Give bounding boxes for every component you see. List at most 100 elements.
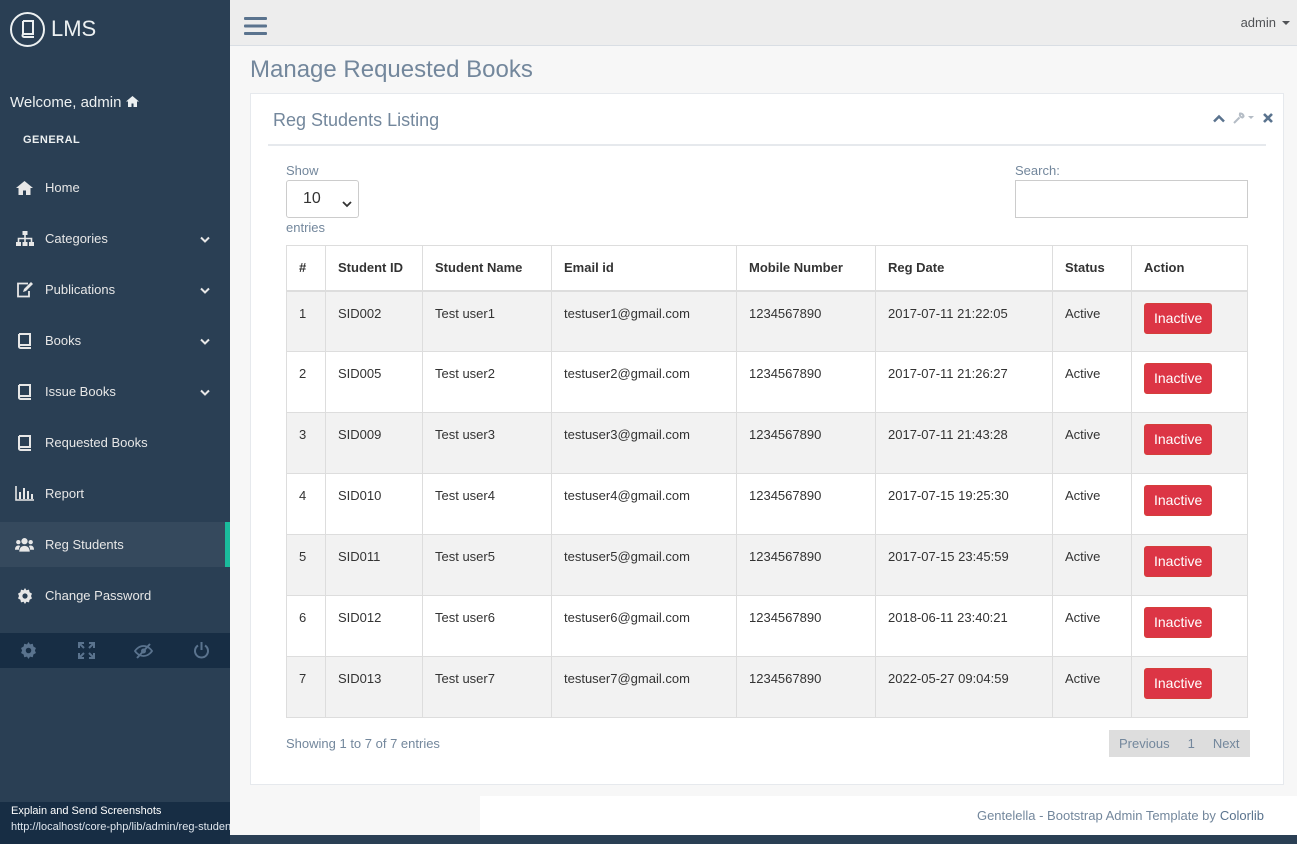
book-icon <box>15 383 34 400</box>
sidebar: LMS Welcome, admin GENERAL Home Categori… <box>0 0 261 844</box>
table-row: 6 SID012 Test user6 testuser6@gmail.com 1234… <box>286 595 1248 657</box>
fullscreen-icon[interactable] <box>58 642 116 659</box>
student-name-cell: Test user5 <box>422 534 552 596</box>
page-title: Manage Requested Books <box>250 56 533 83</box>
row-number-cell: 7 <box>286 656 326 718</box>
search-input[interactable] <box>1015 180 1248 218</box>
status-overlay-title: Explain and Send Screenshots <box>11 805 162 817</box>
column-header[interactable]: Action <box>1131 245 1248 292</box>
brand[interactable]: LMS <box>0 0 230 58</box>
student-name-cell: Test user1 <box>422 290 552 352</box>
sidebar-item-label: Change Password <box>45 588 152 603</box>
reg-date-cell: 2018-06-11 23:40:21 <box>875 595 1053 657</box>
column-header[interactable]: # <box>286 245 326 292</box>
column-header[interactable]: Status <box>1052 245 1132 292</box>
sidebar-item-requested-books[interactable]: Requested Books <box>0 417 230 468</box>
row-number-cell: 3 <box>286 412 326 474</box>
user-menu[interactable]: admin <box>1241 15 1290 30</box>
top-nav: admin <box>230 0 1297 46</box>
show-label: Show <box>286 163 319 178</box>
student-name-cell: Test user7 <box>422 656 552 718</box>
menu-toggle-icon[interactable] <box>244 16 267 39</box>
table-info: Showing 1 to 7 of 7 entries <box>286 736 440 751</box>
panel-tools <box>1213 112 1273 124</box>
row-number-cell: 4 <box>286 473 326 535</box>
panel-title: Reg Students Listing <box>273 110 440 130</box>
student-id-cell: SID011 <box>325 534 423 596</box>
column-header[interactable]: Email id <box>551 245 737 292</box>
close-icon[interactable] <box>1263 113 1273 123</box>
student-email-cell: testuser4@gmail.com <box>551 473 737 535</box>
inactive-button[interactable]: Inactive <box>1144 607 1213 638</box>
wrench-icon[interactable] <box>1233 112 1255 124</box>
mobile-number-cell: 1234567890 <box>736 351 876 413</box>
student-id-cell: SID012 <box>325 595 423 657</box>
home-icon <box>15 180 34 196</box>
status-cell: Active <box>1052 595 1132 657</box>
action-cell: Inactive <box>1131 290 1248 352</box>
table-row: 2 SID005 Test user2 testuser2@gmail.com 1234… <box>286 351 1248 413</box>
sidebar-footer <box>0 633 230 668</box>
chevron-down-icon <box>342 195 352 213</box>
column-header[interactable]: Student Name <box>422 245 552 292</box>
sidebar-item-label: Requested Books <box>45 435 148 450</box>
pagination-next[interactable]: Next <box>1204 736 1250 751</box>
column-header[interactable]: Student ID <box>325 245 423 292</box>
sidebar-item-label: Categories <box>45 231 108 246</box>
sidebar-item-issue-books[interactable]: Issue Books <box>0 366 230 417</box>
sidebar-item-reg-students[interactable]: Reg Students <box>0 522 230 567</box>
pagination: Previous 1 Next <box>1109 730 1250 757</box>
column-header[interactable]: Reg Date <box>875 245 1053 292</box>
sidebar-item-books[interactable]: Books <box>0 315 230 366</box>
action-cell: Inactive <box>1131 656 1248 718</box>
page-size-select[interactable]: 10 <box>286 180 359 218</box>
chevron-up-icon[interactable] <box>1213 114 1225 123</box>
search-label: Search: <box>1015 163 1060 178</box>
sidebar-item-label: Publications <box>45 282 116 297</box>
user-name: admin <box>1240 15 1276 30</box>
panel-divider <box>268 144 1266 146</box>
book-icon <box>10 11 45 47</box>
student-email-cell: testuser2@gmail.com <box>551 351 737 413</box>
student-email-cell: testuser5@gmail.com <box>551 534 737 596</box>
pagination-page-1[interactable]: 1 <box>1179 736 1204 751</box>
pagination-previous[interactable]: Previous <box>1109 736 1179 751</box>
power-icon[interactable] <box>173 642 231 659</box>
sidebar-item-home[interactable]: Home <box>0 162 230 213</box>
welcome-text: Welcome, admin <box>10 93 122 111</box>
student-id-cell: SID009 <box>325 412 423 474</box>
eye-slash-icon[interactable] <box>115 642 173 659</box>
reg-date-cell: 2017-07-11 21:22:05 <box>875 290 1053 352</box>
edit-icon <box>15 281 34 298</box>
column-header[interactable]: Mobile Number <box>736 245 876 292</box>
settings-icon[interactable] <box>0 642 58 659</box>
student-name-cell: Test user4 <box>422 473 552 535</box>
sidebar-item-label: Issue Books <box>45 384 116 399</box>
sidebar-item-change-password[interactable]: Change Password <box>0 570 230 621</box>
sidebar-item-categories[interactable]: Categories <box>0 213 230 264</box>
status-cell: Active <box>1052 351 1132 413</box>
row-number-cell: 1 <box>286 290 326 352</box>
inactive-button[interactable]: Inactive <box>1144 546 1213 577</box>
inactive-button[interactable]: Inactive <box>1144 302 1213 334</box>
sidebar-item-report[interactable]: Report <box>0 468 230 519</box>
inactive-button[interactable]: Inactive <box>1144 485 1213 516</box>
table-row: 5 SID011 Test user5 testuser5@gmail.com 1234… <box>286 534 1248 596</box>
users-icon <box>15 537 34 553</box>
main-content: Manage Requested Books Reg Students List… <box>230 46 1297 835</box>
mobile-number-cell: 1234567890 <box>736 534 876 596</box>
mobile-number-cell: 1234567890 <box>736 473 876 535</box>
row-number-cell: 6 <box>286 595 326 657</box>
footer-link[interactable]: Colorlib <box>1220 808 1264 823</box>
book-icon <box>15 332 34 349</box>
sidebar-item-label: Books <box>45 333 82 348</box>
reg-date-cell: 2017-07-11 21:43:28 <box>875 412 1053 474</box>
inactive-button[interactable]: Inactive <box>1144 424 1213 455</box>
inactive-button[interactable]: Inactive <box>1144 363 1213 394</box>
reg-date-cell: 2017-07-15 23:45:59 <box>875 534 1053 596</box>
student-email-cell: testuser7@gmail.com <box>551 656 737 718</box>
table-row: 1 SID002 Test user1 testuser1@gmail.com 1234… <box>286 290 1248 352</box>
chevron-down-icon <box>200 231 210 246</box>
sidebar-item-publications[interactable]: Publications <box>0 264 230 315</box>
inactive-button[interactable]: Inactive <box>1144 668 1213 699</box>
